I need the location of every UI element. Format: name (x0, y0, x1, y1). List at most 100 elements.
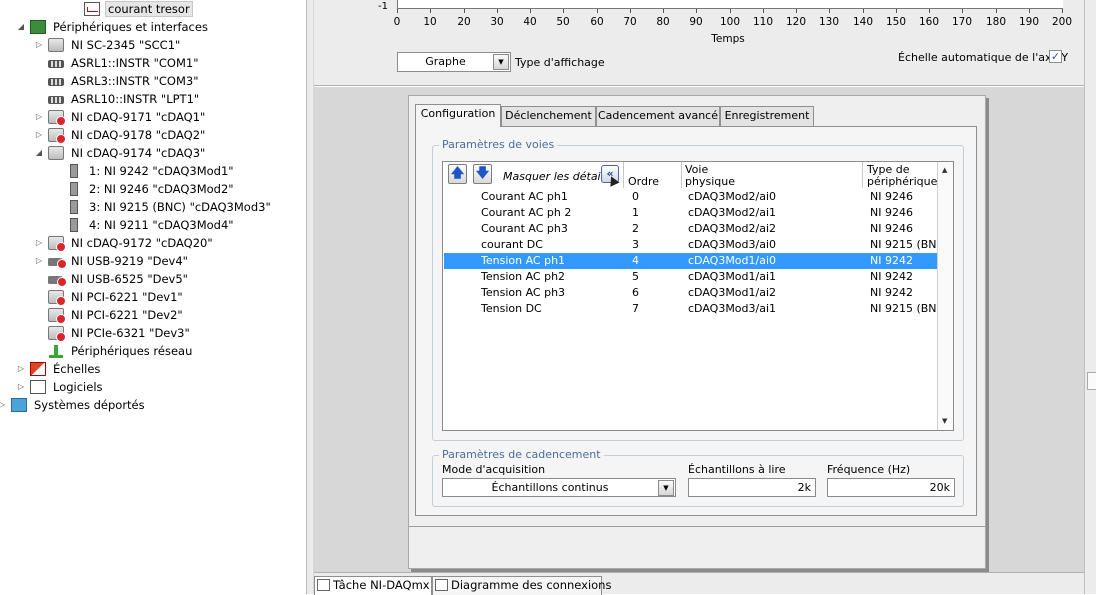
acquisition-mode-select[interactable]: Échantillons continus ▼ (442, 478, 676, 497)
error-badge-icon (57, 277, 67, 287)
tree-item-label: 4: NI 9211 "cDAQ3Mod4" (89, 218, 234, 232)
tree-item[interactable]: ◢ NI cDAQ-9174 "cDAQ3" (34, 144, 207, 162)
table-row[interactable]: Tension DC 7 cDAQ3Mod3/ai1 NI 9215 (BNC (444, 301, 937, 317)
table-row[interactable]: Tension AC ph2 5 cDAQ3Mod1/ai1 NI 9242 (444, 269, 937, 285)
error-badge-icon (56, 314, 66, 324)
table-row[interactable]: Tension AC ph1 4 cDAQ3Mod1/ai0 NI 9242 (444, 253, 937, 269)
tree-item[interactable]: Périphériques réseau (34, 342, 194, 360)
tree-item[interactable]: 4: NI 9211 "cDAQ3Mod4" (52, 216, 236, 234)
tree-item[interactable]: ◢ Périphériques et interfaces (16, 18, 210, 36)
cell-channel: cDAQ3Mod1/ai0 (688, 254, 777, 267)
tab-advanced-timing[interactable]: Cadencement avancé (596, 106, 720, 126)
tab-triggering[interactable]: Déclenchement (501, 106, 596, 126)
tree-item[interactable]: courant tresor (70, 0, 193, 18)
tree-item[interactable]: ▷ Logiciels (16, 378, 105, 396)
expand-arrow-icon[interactable]: ▷ (34, 108, 44, 126)
tab-connection-diagram[interactable]: Diagramme des connexions (432, 576, 611, 595)
x-tick-label: 180 (985, 16, 1007, 28)
channel-table-scrollbar[interactable]: ▲ ▼ (937, 162, 953, 430)
x-tick-mark (896, 9, 897, 13)
x-tick-mark (863, 9, 864, 13)
dropdown-arrow-icon[interactable]: ▼ (493, 54, 509, 70)
card-icon (48, 38, 64, 52)
right-scrollbar[interactable] (1084, 0, 1096, 594)
tree-item[interactable]: 3: NI 9215 (BNC) "cDAQ3Mod3" (52, 198, 273, 216)
card-red-icon (48, 128, 66, 144)
cell-channel: cDAQ3Mod2/ai1 (688, 206, 777, 219)
tree-item-label: 3: NI 9215 (BNC) "cDAQ3Mod3" (89, 200, 271, 214)
tree-item[interactable]: ▷ NI cDAQ-9178 "cDAQ2" (34, 126, 207, 144)
card-red-icon (48, 290, 66, 306)
tree-item[interactable]: NI PCI-6221 "Dev1" (34, 288, 185, 306)
tree-item[interactable]: NI PCIe-6321 "Dev3" (34, 324, 192, 342)
tab-configuration[interactable]: Configuration (415, 104, 501, 127)
table-row[interactable]: Courant AC ph3 2 cDAQ3Mod2/ai2 NI 9246 (444, 221, 937, 237)
cell-channel: cDAQ3Mod3/ai0 (688, 238, 777, 251)
tree-item[interactable]: ASRL3::INSTR "COM3" (34, 72, 201, 90)
expand-arrow-icon[interactable]: ▷ (34, 36, 44, 54)
channel-table[interactable]: 🡅 🡇 Masquer les détails « Ordre Voie phy… (442, 161, 954, 431)
tree-item[interactable]: ▷ Échelles (16, 360, 102, 378)
tree-item[interactable]: ▷ NI cDAQ-9171 "cDAQ1" (34, 108, 207, 126)
module-icon (70, 182, 78, 196)
x-tick-label: 170 (951, 16, 973, 28)
display-type-select[interactable]: Graphe ▼ (397, 52, 511, 72)
x-tick-mark (696, 9, 697, 13)
tree-item[interactable]: ASRL10::INSTR "LPT1" (34, 90, 201, 108)
scroll-down-icon[interactable]: ▼ (942, 417, 947, 425)
tree-item[interactable]: NI PCI-6221 "Dev2" (34, 306, 185, 324)
tree-item[interactable]: 1: NI 9242 "cDAQ3Mod1" (52, 162, 236, 180)
cell-device: NI 9215 (BNC (870, 238, 936, 251)
table-row[interactable]: Tension AC ph3 6 cDAQ3Mod1/ai2 NI 9242 (444, 285, 937, 301)
x-tick-label: 90 (689, 16, 703, 28)
table-row[interactable]: Courant AC ph 2 1 cDAQ3Mod2/ai1 NI 9246 (444, 205, 937, 221)
cell-channel: cDAQ3Mod2/ai2 (688, 222, 777, 235)
serial-icon (48, 60, 64, 68)
expand-arrow-icon[interactable]: ▷ (16, 360, 26, 378)
column-separator (862, 162, 863, 188)
tree-item[interactable]: ▷ NI USB-9219 "Dev4" (34, 252, 190, 270)
rate-input[interactable]: 20k (827, 478, 955, 497)
cell-device: NI 9246 (870, 222, 913, 235)
cell-device: NI 9242 (870, 270, 913, 283)
expand-arrow-icon[interactable]: ▷ (34, 252, 44, 270)
tree-item[interactable]: ▷ Systèmes déportés (0, 396, 147, 414)
x-tick-label: 70 (623, 16, 637, 28)
tree-item[interactable]: ASRL1::INSTR "COM1" (34, 54, 201, 72)
tab-logging[interactable]: Enregistrement (720, 106, 814, 126)
x-tick-mark (597, 9, 598, 13)
autoscale-checkbox[interactable]: ✓ (1049, 50, 1062, 63)
expand-arrow-icon[interactable]: ▷ (16, 378, 26, 396)
cell-device: NI 9242 (870, 254, 913, 267)
tree-item-label: NI PCIe-6321 "Dev3" (71, 326, 190, 340)
x-tick-mark (430, 9, 431, 13)
tab-daqmx-task-label: Tâche NI-DAQmx (333, 578, 430, 592)
panel-splitter[interactable] (306, 0, 314, 594)
tree-item-label: NI SC-2345 "SCC1" (71, 38, 181, 52)
expand-arrow-icon[interactable]: ▷ (34, 126, 44, 144)
tree-item[interactable]: NI USB-6525 "Dev5" (34, 270, 190, 288)
tree-item[interactable]: 2: NI 9246 "cDAQ3Mod2" (52, 180, 236, 198)
arrow-up-icon: 🡅 (450, 166, 465, 181)
tree-item[interactable]: ▷ NI cDAQ-9172 "cDAQ20" (34, 234, 215, 252)
expand-arrow-icon[interactable]: ▷ (34, 234, 44, 252)
expand-arrow-icon[interactable]: ◢ (16, 18, 26, 36)
cell-order: 6 (632, 286, 639, 299)
table-row[interactable]: Courant AC ph1 0 cDAQ3Mod2/ai0 NI 9246 (444, 189, 937, 205)
tree-item[interactable]: ▷ NI SC-2345 "SCC1" (34, 36, 182, 54)
scroll-up-icon[interactable]: ▲ (942, 166, 947, 174)
cell-order: 2 (632, 222, 639, 235)
samples-to-read-input[interactable]: 2k (688, 478, 816, 497)
scrollbar-thumb[interactable] (1087, 372, 1096, 390)
tree-item-label: ASRL10::INSTR "LPT1" (71, 92, 200, 106)
expand-arrow-icon[interactable]: ◢ (34, 144, 44, 162)
tab-daqmx-task[interactable]: Tâche NI-DAQmx (314, 576, 432, 595)
tree-item-label: ASRL3::INSTR "COM3" (71, 74, 199, 88)
table-row[interactable]: courant DC 3 cDAQ3Mod3/ai0 NI 9215 (BNC (444, 237, 937, 253)
cell-name: Courant AC ph3 (481, 222, 568, 235)
dropdown-arrow-icon[interactable]: ▼ (658, 480, 674, 496)
move-down-button[interactable]: 🡇 (473, 164, 492, 184)
network-icon (48, 344, 64, 358)
expand-arrow-icon[interactable]: ▷ (0, 396, 7, 414)
move-up-button[interactable]: 🡅 (448, 164, 467, 184)
